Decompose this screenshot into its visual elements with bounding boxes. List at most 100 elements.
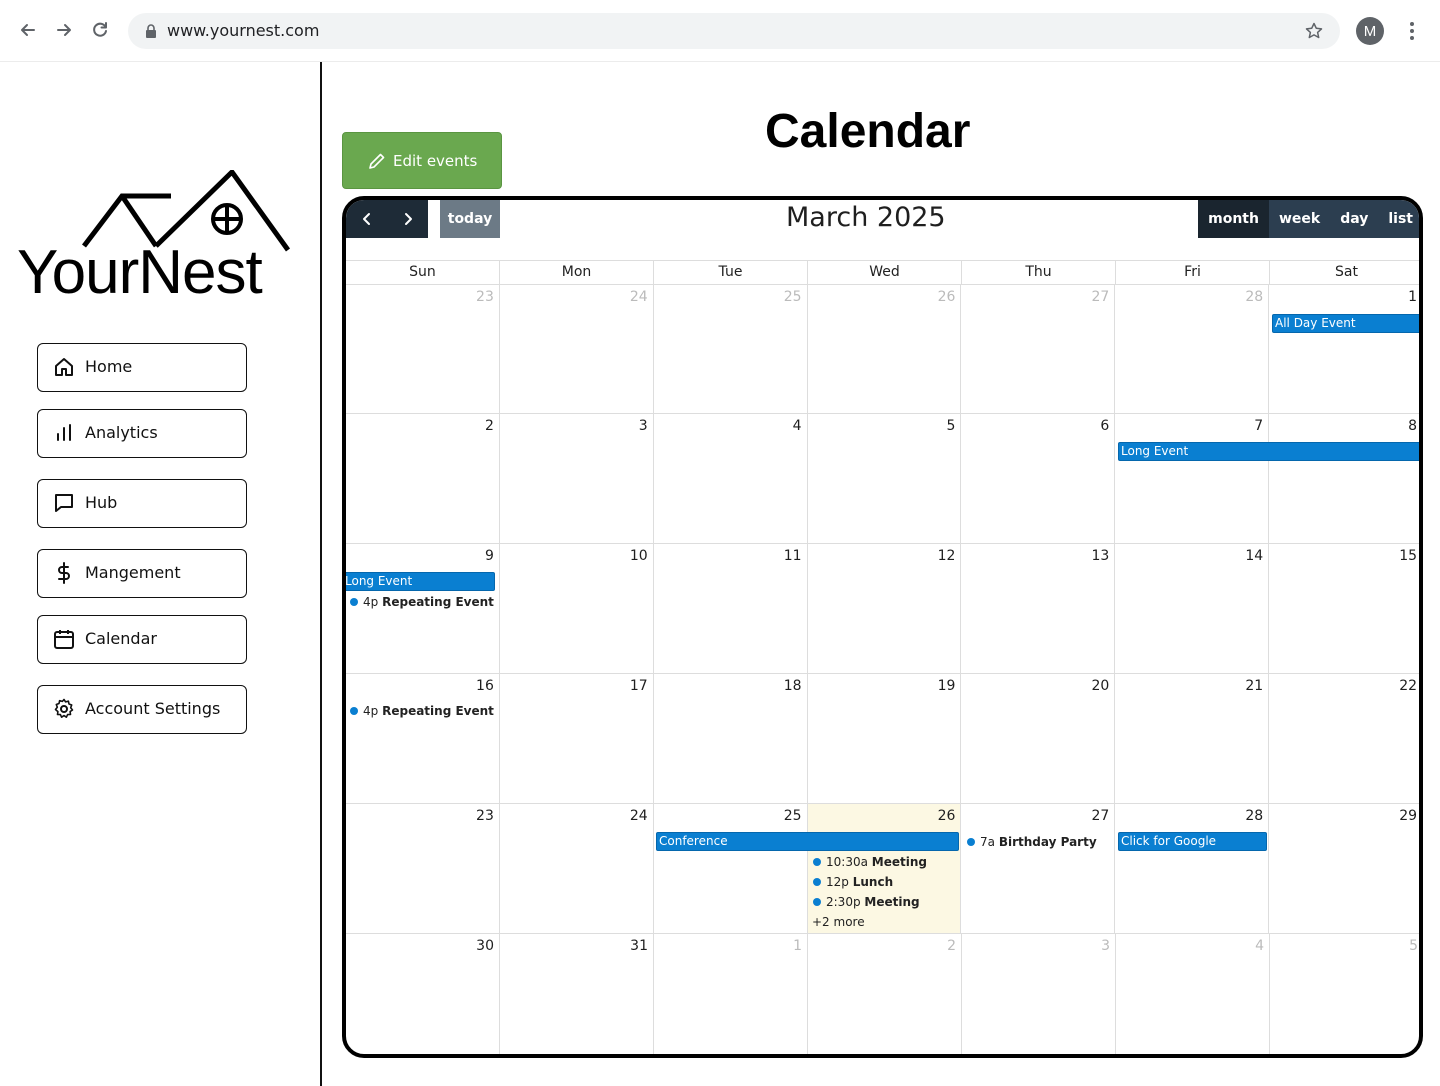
day-cell[interactable]: 18 — [654, 674, 808, 803]
next-month-button[interactable] — [387, 200, 428, 238]
day-cell[interactable]: 26 — [808, 285, 962, 413]
sidebar-item-hub[interactable]: Hub — [37, 479, 247, 528]
day-number[interactable]: 27 — [1091, 289, 1109, 305]
day-cell[interactable]: 30 — [346, 934, 500, 1054]
day-number[interactable]: 20 — [1091, 678, 1109, 694]
event-long-event[interactable]: Long Event — [1118, 442, 1419, 461]
day-number[interactable]: 26 — [938, 289, 956, 305]
day-number[interactable]: 15 — [1399, 548, 1417, 564]
day-number[interactable]: 25 — [784, 808, 802, 824]
day-cell[interactable]: 17 — [500, 674, 654, 803]
day-cell[interactable]: 23 — [346, 804, 500, 933]
event-repeating[interactable]: 4p Repeating Event — [350, 703, 494, 719]
event-birthday[interactable]: 7a Birthday Party — [967, 834, 1097, 850]
day-cell[interactable]: 20 — [961, 674, 1116, 803]
day-number[interactable]: 5 — [1409, 938, 1418, 954]
day-cell[interactable]: 5 — [808, 414, 962, 543]
day-cell[interactable]: 1 — [1269, 285, 1419, 413]
day-cell[interactable]: 15 — [1269, 544, 1419, 673]
day-cell[interactable]: 2 — [346, 414, 500, 543]
more-events-link[interactable]: +2 more — [812, 915, 865, 929]
day-number[interactable]: 24 — [630, 289, 648, 305]
day-number[interactable]: 11 — [784, 548, 802, 564]
day-number[interactable]: 22 — [1399, 678, 1417, 694]
sidebar-item-calendar[interactable]: Calendar — [37, 615, 247, 664]
prev-month-button[interactable] — [346, 200, 387, 238]
day-cell[interactable]: 5 — [1270, 934, 1419, 1054]
day-cell[interactable]: 12 — [808, 544, 962, 673]
day-cell[interactable]: 25 — [654, 804, 808, 933]
day-number[interactable]: 2 — [485, 418, 494, 434]
event-all-day[interactable]: All Day Event — [1272, 314, 1419, 333]
day-number[interactable]: 23 — [476, 808, 494, 824]
day-number[interactable]: 12 — [938, 548, 956, 564]
day-number[interactable]: 1 — [793, 938, 802, 954]
day-cell[interactable]: 28 — [1115, 285, 1270, 413]
day-number[interactable]: 18 — [784, 678, 802, 694]
day-number[interactable]: 24 — [630, 808, 648, 824]
day-number[interactable]: 16 — [476, 678, 494, 694]
profile-avatar[interactable]: M — [1356, 17, 1384, 45]
sidebar-item-management[interactable]: Mangement — [37, 549, 247, 598]
day-number[interactable]: 2 — [947, 938, 956, 954]
day-number[interactable]: 28 — [1245, 289, 1263, 305]
day-cell[interactable]: 25 — [654, 285, 808, 413]
day-cell[interactable]: 22 — [1269, 674, 1419, 803]
day-cell[interactable]: 24 — [500, 804, 654, 933]
day-number[interactable]: 10 — [630, 548, 648, 564]
day-number[interactable]: 7 — [1254, 418, 1263, 434]
day-cell[interactable]: 1 — [654, 934, 808, 1054]
day-cell[interactable]: 3 — [500, 414, 654, 543]
day-number[interactable]: 1 — [1408, 289, 1417, 305]
day-cell[interactable]: 4 — [654, 414, 808, 543]
sidebar-item-account-settings[interactable]: Account Settings — [37, 685, 247, 734]
sidebar-item-home[interactable]: Home — [37, 343, 247, 392]
event-lunch[interactable]: 12p Lunch — [813, 874, 893, 890]
view-week-button[interactable]: week — [1269, 200, 1330, 238]
day-number[interactable]: 14 — [1245, 548, 1263, 564]
day-number[interactable]: 31 — [630, 938, 648, 954]
more-vert-icon[interactable] — [1402, 19, 1422, 43]
forward-icon[interactable] — [50, 16, 78, 44]
day-number[interactable]: 3 — [639, 418, 648, 434]
yournest-logo[interactable]: YourNest — [16, 170, 298, 307]
day-number[interactable]: 9 — [485, 548, 494, 564]
day-number[interactable]: 5 — [947, 418, 956, 434]
event-repeating[interactable]: 4p Repeating Event — [350, 594, 494, 610]
today-button[interactable]: today — [440, 200, 500, 238]
day-cell[interactable]: 16 — [346, 674, 500, 803]
day-cell[interactable]: 2 — [808, 934, 962, 1054]
view-month-button[interactable]: month — [1198, 200, 1269, 238]
day-number[interactable]: 3 — [1101, 938, 1110, 954]
day-cell[interactable]: 24 — [500, 285, 654, 413]
day-cell[interactable]: 29 — [1269, 804, 1419, 933]
sidebar-item-analytics[interactable]: Analytics — [37, 409, 247, 458]
day-cell[interactable]: 3 — [962, 934, 1116, 1054]
day-cell[interactable]: 4 — [1116, 934, 1270, 1054]
day-cell[interactable]: 11 — [654, 544, 808, 673]
day-number[interactable]: 21 — [1245, 678, 1263, 694]
day-number[interactable]: 27 — [1091, 808, 1109, 824]
event-long-event[interactable]: Long Event — [346, 572, 495, 591]
view-list-button[interactable]: list — [1378, 200, 1419, 238]
day-cell[interactable]: 7 — [1115, 414, 1270, 543]
day-number[interactable]: 4 — [793, 418, 802, 434]
day-number[interactable]: 8 — [1408, 418, 1417, 434]
day-cell[interactable]: 28 — [1115, 804, 1270, 933]
event-meeting[interactable]: 2:30p Meeting — [813, 894, 920, 910]
day-number[interactable]: 13 — [1091, 548, 1109, 564]
day-cell[interactable]: 19 — [808, 674, 962, 803]
day-cell[interactable]: 8 — [1269, 414, 1419, 543]
back-icon[interactable] — [14, 16, 42, 44]
edit-events-button[interactable]: Edit events — [342, 132, 502, 189]
event-meeting[interactable]: 10:30a Meeting — [813, 854, 927, 870]
day-cell[interactable]: 14 — [1115, 544, 1270, 673]
day-cell[interactable]: 10 — [500, 544, 654, 673]
day-number[interactable]: 17 — [630, 678, 648, 694]
day-number[interactable]: 6 — [1100, 418, 1109, 434]
day-number[interactable]: 26 — [938, 808, 956, 824]
day-cell[interactable]: 27 — [961, 285, 1116, 413]
day-cell[interactable]: 21 — [1115, 674, 1270, 803]
day-number[interactable]: 19 — [938, 678, 956, 694]
reload-icon[interactable] — [86, 16, 114, 44]
